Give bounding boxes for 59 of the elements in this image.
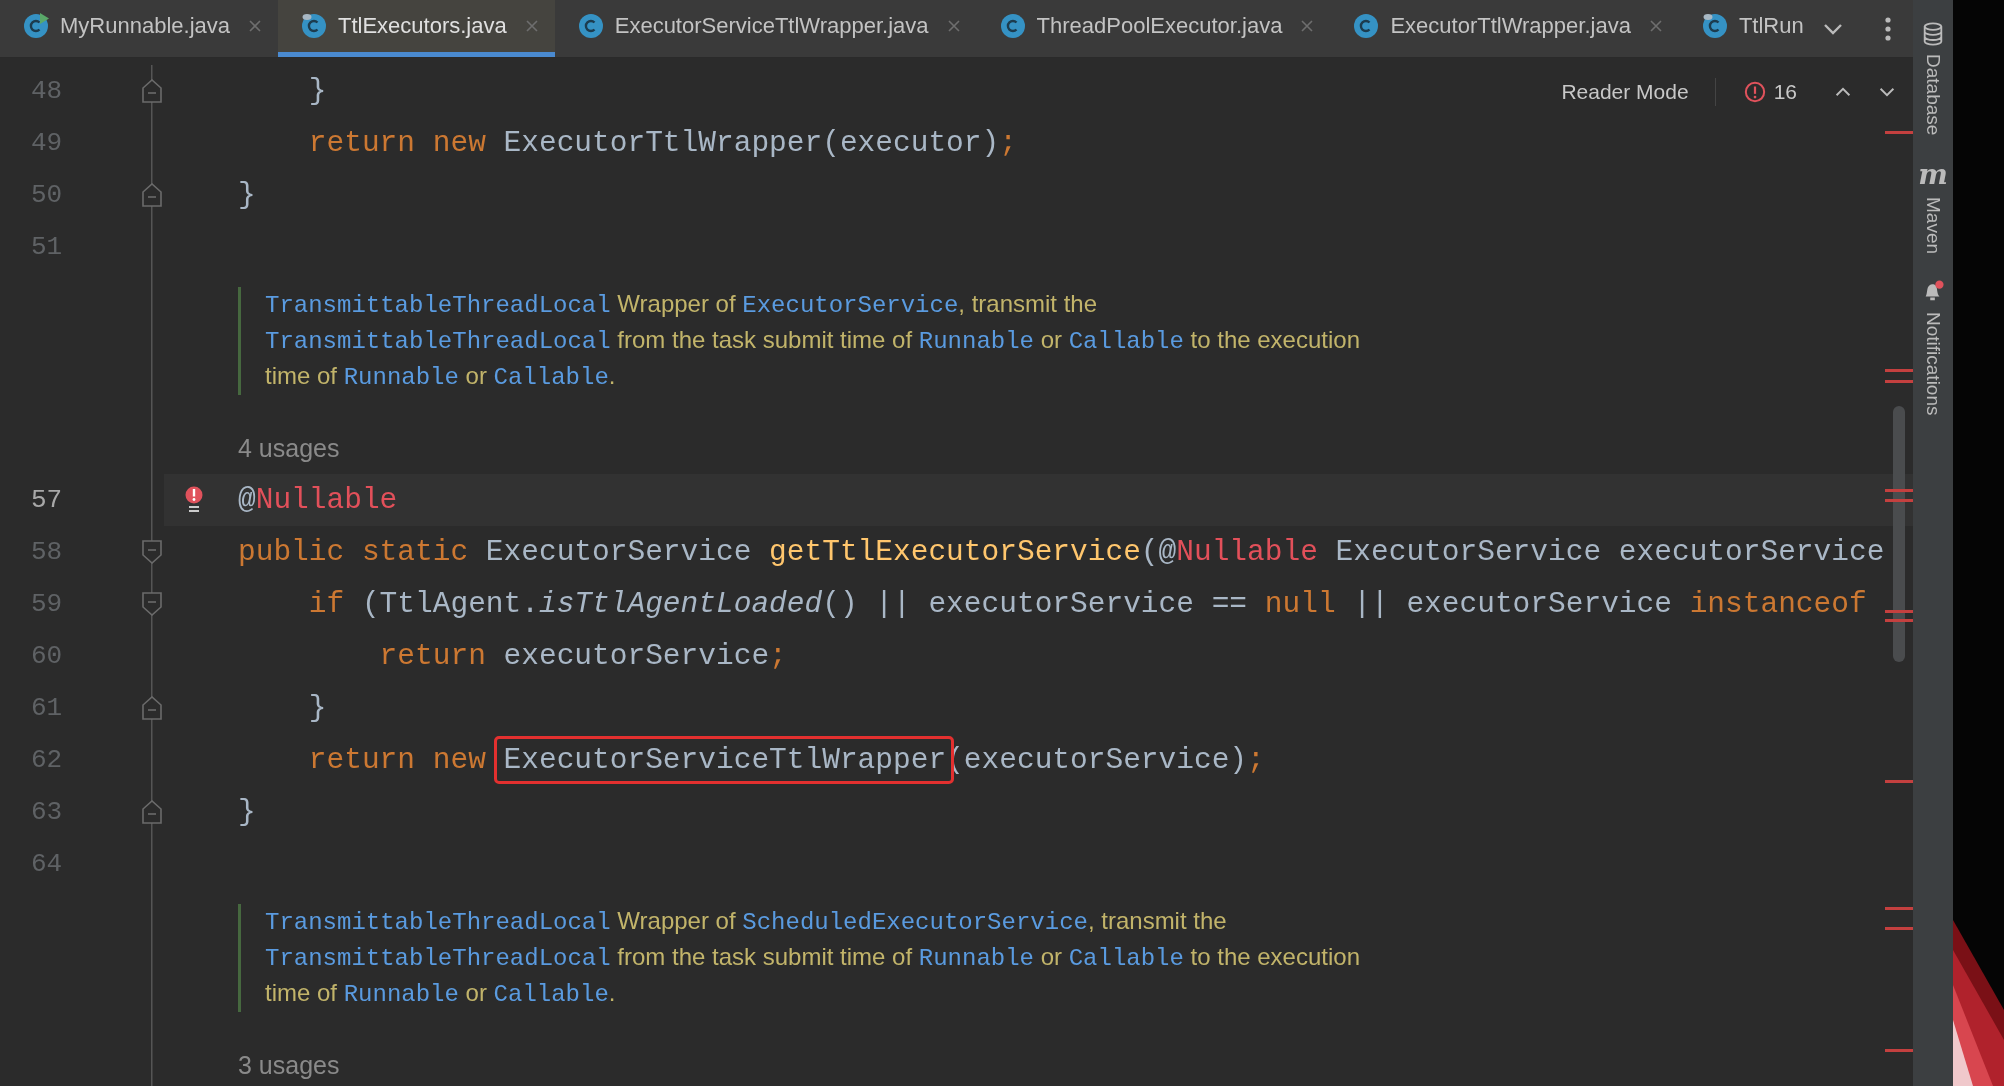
line-number: 57 [30, 484, 64, 517]
line-number: 62 [30, 744, 64, 777]
close-icon[interactable] [248, 19, 262, 33]
fold-icon[interactable] [142, 79, 162, 103]
line-number: 50 [30, 179, 64, 212]
line-number: 60 [30, 640, 64, 673]
line-number: 51 [30, 231, 64, 264]
fold-icon[interactable] [142, 696, 162, 720]
line-number: 61 [30, 692, 64, 725]
doc-comment: TransmittableThreadLocal Wrapper of ScheduledExecutorService, transmit the TransmittableThreadLocal from the task submit time of Runnable or Callable to the execution time of Runnable or Callable. [238, 904, 1360, 1012]
doc-comment: TransmittableThreadLocal Wrapper of ExecutorService, transmit the TransmittableThreadLocal from the task submit time of Runnable or Callable to the execution time of Runnable or Callable. [238, 287, 1360, 395]
code-line: } [307, 73, 327, 109]
close-icon[interactable] [524, 19, 539, 33]
fold-icon[interactable] [142, 800, 162, 824]
line-number: 63 [30, 796, 64, 829]
chevron-up-icon[interactable] [1835, 87, 1851, 97]
database-icon [1922, 22, 1944, 46]
code-line: return new ExecutorTtlWrapper(executor); [307, 125, 1017, 161]
code-line: } [238, 794, 256, 830]
line-number: 49 [30, 127, 64, 160]
code-line: if (TtlAgent.isTtlAgentLoaded() || executorService == null || executorService instanceof [307, 586, 1867, 622]
more-icon[interactable] [1885, 16, 1891, 41]
editor-tab[interactable]: TtlExecutors.java [278, 0, 555, 57]
line-number: 48 [30, 75, 64, 108]
error-count: 16 [1773, 80, 1797, 104]
class-icon [576, 12, 605, 40]
code-line: } [238, 177, 256, 213]
close-icon[interactable] [946, 19, 961, 33]
fold-icon[interactable] [142, 592, 162, 616]
line-number: 64 [30, 848, 64, 881]
chevron-down-icon[interactable] [1823, 22, 1843, 35]
class-icon [1352, 12, 1381, 40]
code-line: } [307, 690, 327, 726]
reader-mode-link[interactable]: Reader Mode [1561, 80, 1689, 104]
line-number: 58 [30, 536, 64, 569]
fold-icon[interactable] [142, 540, 162, 564]
tool-window-button[interactable]: Database [1922, 22, 1944, 136]
tool-window-button[interactable]: Notifications [1922, 280, 1944, 416]
editor-tab[interactable]: ThreadPoolExecutor.java [976, 0, 1331, 57]
editor-tab[interactable]: TtlRun [1678, 0, 1820, 57]
line-number: 59 [30, 588, 64, 621]
maven-icon: m [1918, 161, 1948, 190]
tool-window-button[interactable]: m Maven [1918, 161, 1948, 255]
close-icon[interactable] [1648, 19, 1663, 33]
close-icon[interactable] [1300, 19, 1315, 33]
fold-icon[interactable] [142, 183, 162, 207]
usages-link[interactable]: 3 usages [238, 1050, 340, 1080]
code-line: @Nullable [238, 482, 398, 518]
usages-link[interactable]: 4 usages [238, 433, 340, 463]
code-line: return executorService; [378, 638, 787, 674]
editor-tab[interactable]: MyRunnable.java [0, 0, 278, 57]
class-icon [998, 12, 1027, 40]
chevron-down-icon[interactable] [1879, 87, 1895, 97]
code-line: public static ExecutorService getTtlExecutorService(@Nullable ExecutorService executorService [238, 534, 1885, 570]
editor-tab[interactable]: ExecutorTtlWrapper.java [1330, 0, 1679, 57]
editor-tab[interactable]: ExecutorServiceTtlWrapper.java [554, 0, 977, 57]
error-icon [1743, 81, 1766, 103]
error-bulb-icon[interactable] [184, 486, 204, 514]
code-line: return new ExecutorServiceTtlWrapper(executorService); [307, 742, 1265, 778]
